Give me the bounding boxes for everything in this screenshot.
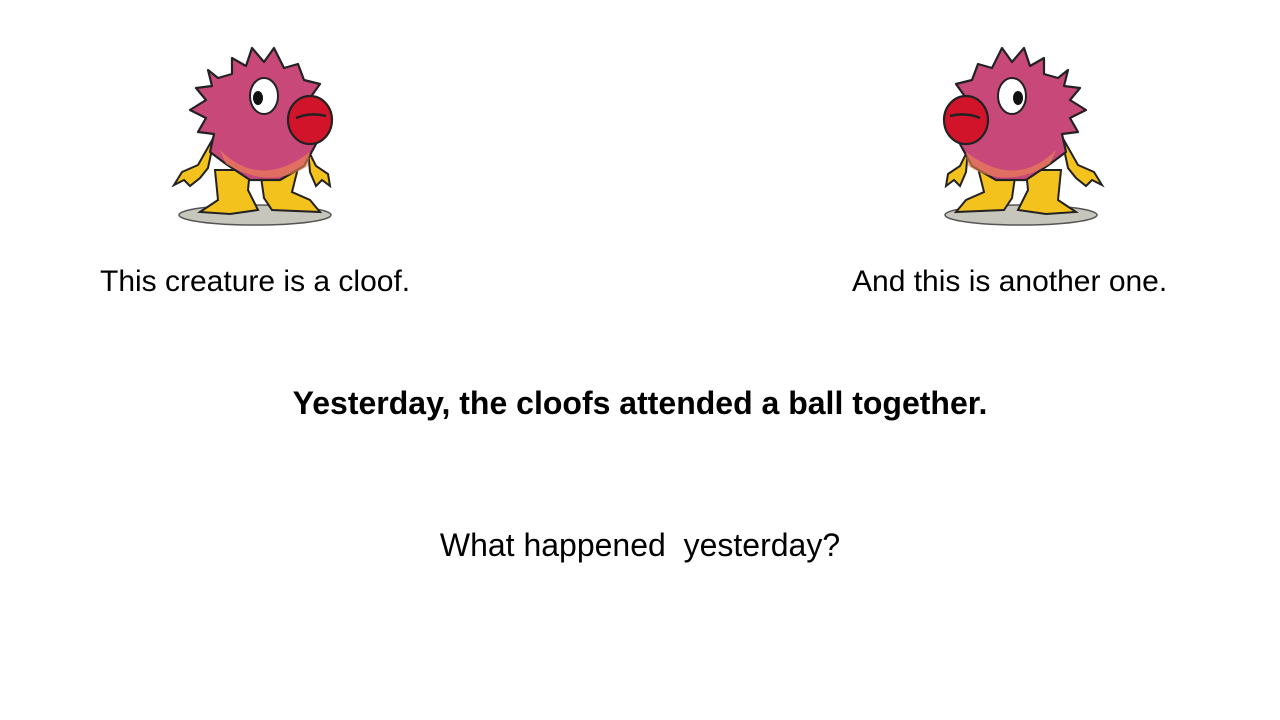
caption-left: This creature is a cloof. bbox=[100, 265, 411, 298]
caption-right: And this is another one. bbox=[852, 265, 1168, 298]
cloof-creature-right bbox=[936, 40, 1116, 230]
question: What happened yesterday? bbox=[0, 524, 1280, 566]
headline: Yesterday, the cloofs attended a ball to… bbox=[292, 385, 988, 421]
cloof-creature-left bbox=[160, 40, 340, 230]
cloof-creature-icon bbox=[942, 46, 1105, 226]
slide: This creature is a cloof. And this is an… bbox=[0, 0, 1280, 720]
cloof-creature-icon bbox=[171, 46, 334, 226]
question-text: What happened yesterday? bbox=[439, 527, 841, 563]
